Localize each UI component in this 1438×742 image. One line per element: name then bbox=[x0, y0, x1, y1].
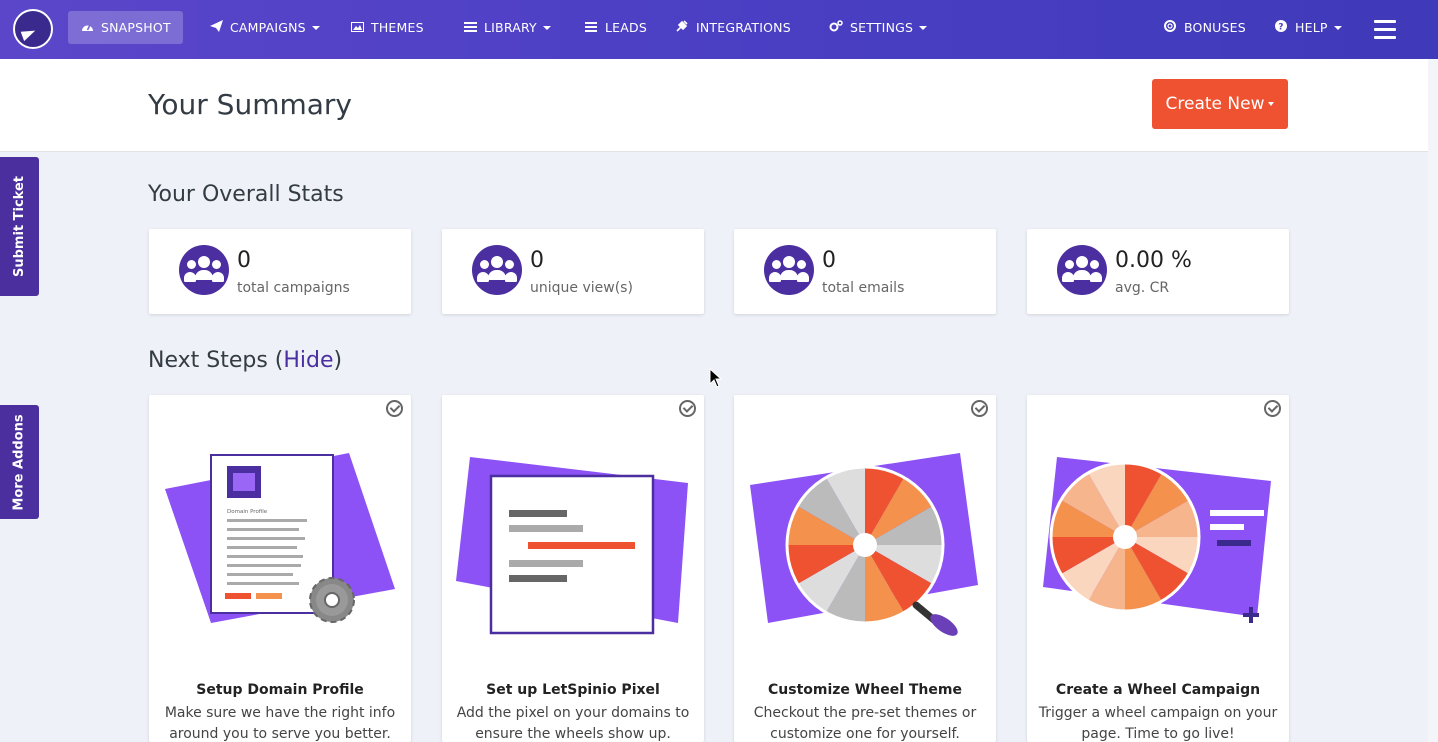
stat-card-cr: 0.00 % avg. CR bbox=[1027, 229, 1289, 314]
nav-label: SETTINGS bbox=[850, 20, 914, 35]
plug-icon bbox=[675, 20, 689, 35]
next-steps-title: Next Steps (Hide) bbox=[148, 348, 342, 373]
nav-label: SNAPSHOT bbox=[101, 20, 171, 35]
paren-close: ) bbox=[333, 348, 343, 373]
step-description: Make sure we have the right info around … bbox=[164, 705, 396, 742]
library-icon bbox=[463, 21, 477, 35]
nav-leads[interactable]: LEADS bbox=[584, 11, 647, 44]
stat-value: 0.00 % bbox=[1115, 248, 1192, 273]
stat-label: total campaigns bbox=[237, 280, 350, 296]
image-icon bbox=[350, 21, 364, 35]
chevron-down-icon bbox=[1268, 102, 1275, 106]
nav-library[interactable]: LIBRARY bbox=[463, 11, 551, 44]
stat-value: 0 bbox=[822, 248, 836, 273]
step-description: Trigger a wheel campaign on your page. T… bbox=[1038, 705, 1278, 742]
mouse-cursor-icon bbox=[709, 368, 723, 388]
check-circle-icon[interactable] bbox=[679, 400, 696, 417]
stat-card-views: 0 unique view(s) bbox=[442, 229, 704, 314]
nav-themes[interactable]: THEMES bbox=[350, 11, 424, 44]
hamburger-menu-icon[interactable] bbox=[1374, 20, 1396, 40]
create-new-button[interactable]: Create New bbox=[1152, 79, 1288, 129]
check-circle-icon[interactable] bbox=[386, 400, 403, 417]
wheel-theme-illustration bbox=[750, 453, 978, 636]
stats-section-title: Your Overall Stats bbox=[148, 182, 344, 207]
logo[interactable] bbox=[13, 9, 53, 49]
step-description: Checkout the pre-set themes or customize… bbox=[753, 705, 977, 742]
nav-snapshot[interactable]: SNAPSHOT bbox=[68, 11, 183, 44]
wheel-hub bbox=[853, 533, 877, 557]
step-title: Create a Wheel Campaign bbox=[1055, 682, 1261, 698]
stat-label: total emails bbox=[822, 280, 905, 296]
nav-label: BONUSES bbox=[1184, 20, 1246, 35]
nav-label: HELP bbox=[1295, 20, 1328, 35]
users-icon bbox=[1057, 245, 1107, 295]
domain-profile-illus-text: Domain Profile bbox=[227, 509, 268, 515]
check-circle-icon[interactable] bbox=[1264, 400, 1281, 417]
nav-label: CAMPAIGNS bbox=[230, 20, 306, 35]
more-addons-tab[interactable]: More Addons bbox=[0, 405, 39, 519]
nav-label: THEMES bbox=[371, 20, 424, 35]
next-steps-label: Next Steps bbox=[148, 348, 268, 373]
nav-label: INTEGRATIONS bbox=[696, 20, 791, 35]
users-icon bbox=[179, 245, 229, 295]
submit-ticket-label: Submit Ticket bbox=[12, 175, 27, 278]
question-icon: ? bbox=[1274, 20, 1288, 35]
scrollbar[interactable] bbox=[1428, 59, 1438, 742]
step-card-pixel[interactable]: Set up LetSpinio Pixel Add the pixel on … bbox=[442, 395, 704, 742]
chevron-down-icon bbox=[542, 25, 551, 30]
users-icon bbox=[764, 245, 814, 295]
top-navbar: SNAPSHOT CAMPAIGNS THEMES LIBRARY LEADS … bbox=[0, 0, 1438, 59]
check-circle-icon[interactable] bbox=[971, 400, 988, 417]
paintbrush-icon bbox=[912, 601, 958, 636]
stat-label: avg. CR bbox=[1115, 280, 1170, 296]
nav-bonuses[interactable]: BONUSES bbox=[1163, 11, 1246, 44]
step-card-wheel-campaign[interactable]: Create a Wheel Campaign Trigger a wheel … bbox=[1027, 395, 1289, 742]
lifebuoy-icon bbox=[1163, 20, 1177, 35]
nav-settings[interactable]: SETTINGS bbox=[829, 11, 928, 44]
step-card-domain-profile[interactable]: Domain Profile Setup Domain Profile Make… bbox=[149, 395, 411, 742]
step-card-wheel-theme[interactable]: Customize Wheel Theme Checkout the pre-s… bbox=[734, 395, 996, 742]
list-icon bbox=[584, 21, 598, 35]
page-title: Your Summary bbox=[148, 88, 352, 121]
step-title: Setup Domain Profile bbox=[196, 682, 364, 698]
chevron-down-icon bbox=[311, 25, 320, 30]
create-new-label: Create New bbox=[1165, 94, 1265, 114]
more-addons-label: More Addons bbox=[12, 413, 27, 511]
chevron-down-icon bbox=[1333, 25, 1342, 30]
step-title: Customize Wheel Theme bbox=[768, 682, 962, 698]
users-icon bbox=[472, 245, 522, 295]
cogs-icon bbox=[829, 20, 843, 35]
stat-card-emails: 0 total emails bbox=[734, 229, 996, 314]
wheel-hub bbox=[1113, 525, 1137, 549]
wheel-campaign-illustration bbox=[1043, 457, 1271, 623]
dashboard-icon bbox=[80, 21, 94, 35]
nav-integrations[interactable]: INTEGRATIONS bbox=[675, 11, 791, 44]
nav-help[interactable]: ? HELP bbox=[1274, 11, 1342, 44]
chevron-down-icon bbox=[919, 25, 928, 30]
svg-text:?: ? bbox=[1278, 23, 1283, 33]
pixel-setup-illustration bbox=[456, 457, 688, 635]
gear-icon bbox=[309, 577, 355, 623]
hide-link[interactable]: Hide bbox=[283, 348, 333, 373]
nav-campaigns[interactable]: CAMPAIGNS bbox=[209, 11, 320, 44]
stat-value: 0 bbox=[237, 248, 251, 273]
stat-value: 0 bbox=[530, 248, 544, 273]
step-title: Set up LetSpinio Pixel bbox=[486, 682, 660, 698]
step-description: Add the pixel on your domains to ensure … bbox=[456, 705, 690, 742]
stat-card-campaigns: 0 total campaigns bbox=[149, 229, 411, 314]
submit-ticket-tab[interactable]: Submit Ticket bbox=[0, 157, 39, 296]
stat-label: unique view(s) bbox=[530, 280, 633, 296]
nav-label: LEADS bbox=[605, 20, 647, 35]
domain-profile-illustration: Domain Profile bbox=[165, 453, 395, 623]
paper-plane-icon bbox=[209, 20, 223, 35]
nav-label: LIBRARY bbox=[484, 20, 537, 35]
